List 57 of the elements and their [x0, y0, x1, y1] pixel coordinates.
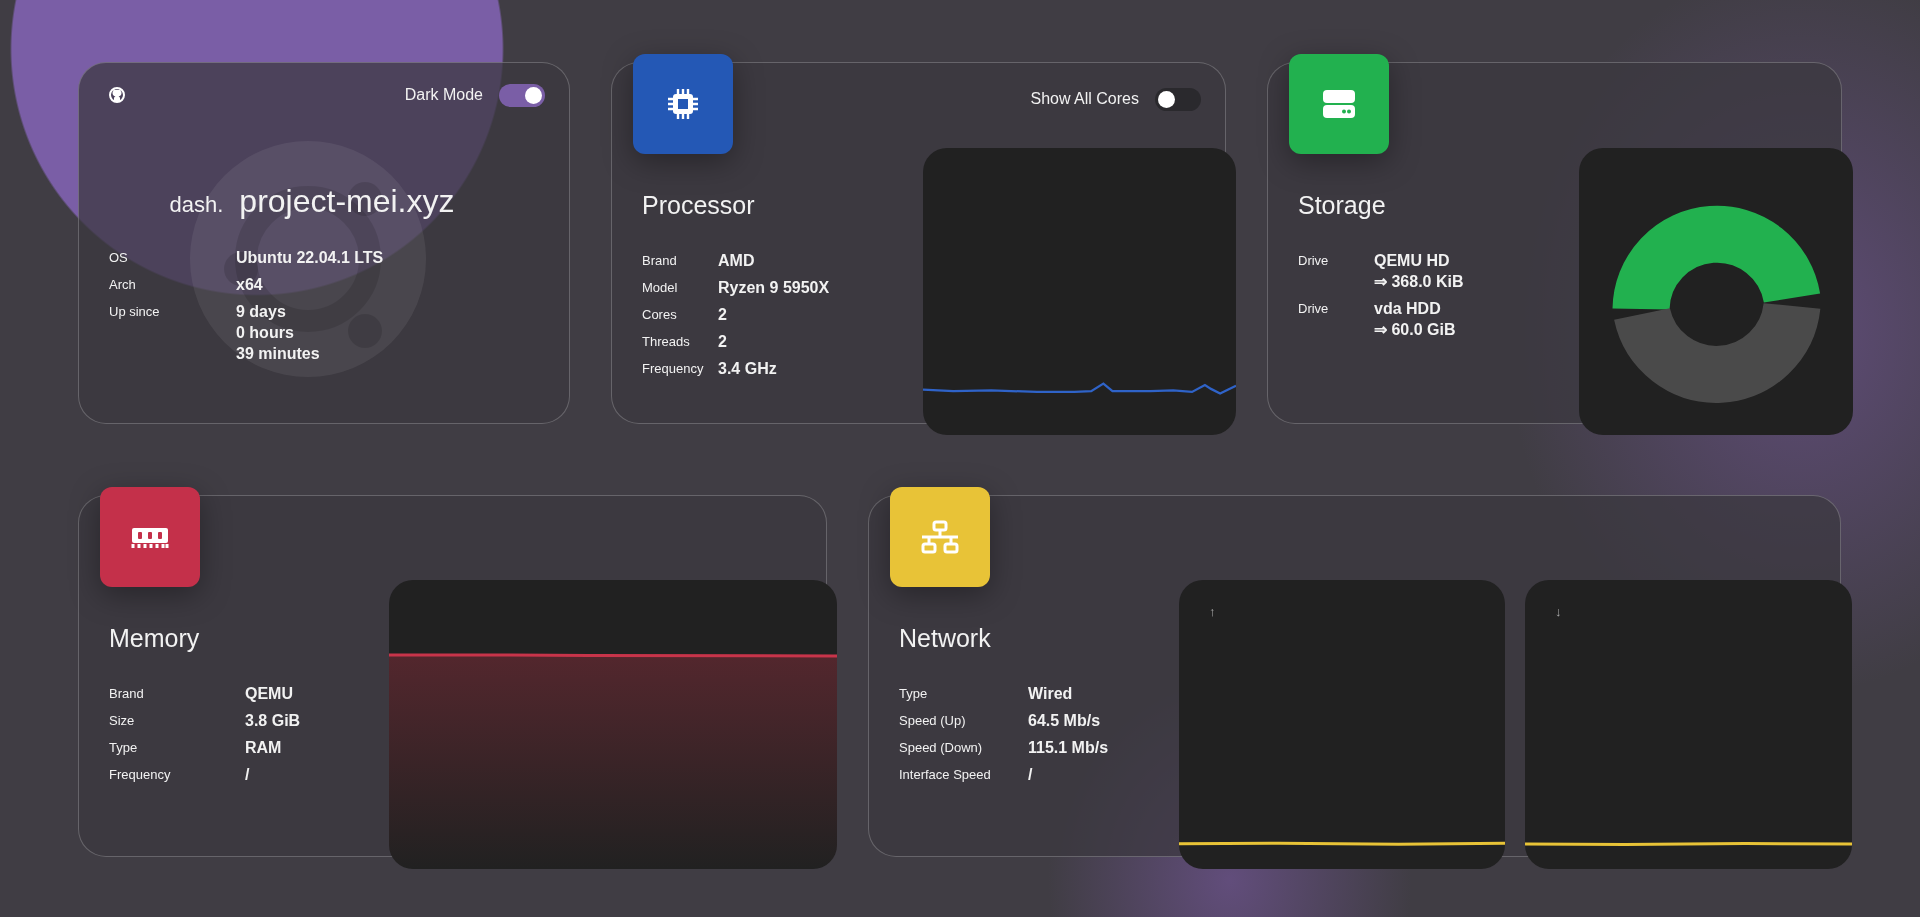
info-label: Threads — [642, 333, 691, 351]
network-icon — [920, 520, 960, 554]
info-value: QEMU — [245, 684, 294, 704]
info-value: Ryzen 9 5950X — [718, 278, 831, 298]
toggle-switch[interactable] — [499, 83, 545, 107]
info-label: Speed (Down) — [899, 739, 984, 757]
toggle-label: Show All Cores — [1030, 89, 1139, 109]
toggle-switch[interactable] — [1155, 87, 1201, 111]
info-value: 3.8 GiB — [245, 711, 302, 731]
arrow-label: ↓ — [1555, 603, 1562, 621]
info-label: Type — [899, 685, 929, 703]
info-label: Interface Speed — [899, 766, 992, 784]
info-label: Arch — [109, 276, 137, 294]
ram-stick-icon — [131, 528, 169, 549]
info-value: / — [245, 765, 251, 785]
info-value: ⇒ 60.0 GiB — [1374, 320, 1457, 340]
info-label: Up since — [109, 303, 161, 321]
info-value: 2 — [718, 332, 728, 352]
info-value: ⇒ 368.0 KiB — [1374, 272, 1465, 292]
info-value: x64 — [236, 275, 264, 295]
info-value: 39 minutes — [236, 344, 321, 364]
info-value: 2 — [718, 305, 728, 325]
info-label: Drive — [1298, 300, 1330, 318]
info-value: RAM — [245, 738, 283, 758]
info-value: QEMU HD — [1374, 251, 1451, 271]
info-label: Size — [109, 712, 136, 730]
card-title: Processor — [642, 193, 756, 218]
arrow-label: ↑ — [1209, 603, 1216, 621]
info-label: Frequency — [109, 766, 172, 784]
info-value: Wired — [1028, 684, 1074, 704]
info-label: OS — [109, 249, 129, 267]
card-title: Network — [899, 626, 992, 651]
info-label: Cores — [642, 306, 678, 324]
info-value: / — [1028, 765, 1034, 785]
info-label: Type — [109, 739, 139, 757]
card-title: Memory — [109, 626, 201, 651]
chip-icon — [666, 87, 700, 121]
info-label: Frequency — [642, 360, 705, 378]
info-label: Brand — [642, 252, 678, 270]
info-value: 9 days — [236, 302, 287, 322]
info-value: 64.5 Mb/s — [1028, 711, 1102, 731]
info-value: 3.4 GHz — [718, 359, 778, 379]
info-value: Ubuntu 22.04.1 LTS — [236, 248, 385, 268]
toggle-label: Dark Mode — [404, 85, 483, 105]
storage-drive-icon — [1323, 90, 1355, 118]
card-title: Storage — [1298, 193, 1387, 218]
info-label: Model — [642, 279, 679, 297]
info-label: Drive — [1298, 252, 1330, 270]
info-value: 115.1 Mb/s — [1028, 738, 1110, 758]
brand-name: project-mei.xyz — [239, 182, 455, 221]
info-value: 0 hours — [236, 323, 295, 343]
info-value: AMD — [718, 251, 756, 271]
github-icon — [109, 87, 125, 103]
info-value: vda HDD — [1374, 299, 1442, 319]
info-label: Speed (Up) — [899, 712, 967, 730]
brand-prefix: dash. — [169, 191, 224, 219]
info-label: Brand — [109, 685, 145, 703]
